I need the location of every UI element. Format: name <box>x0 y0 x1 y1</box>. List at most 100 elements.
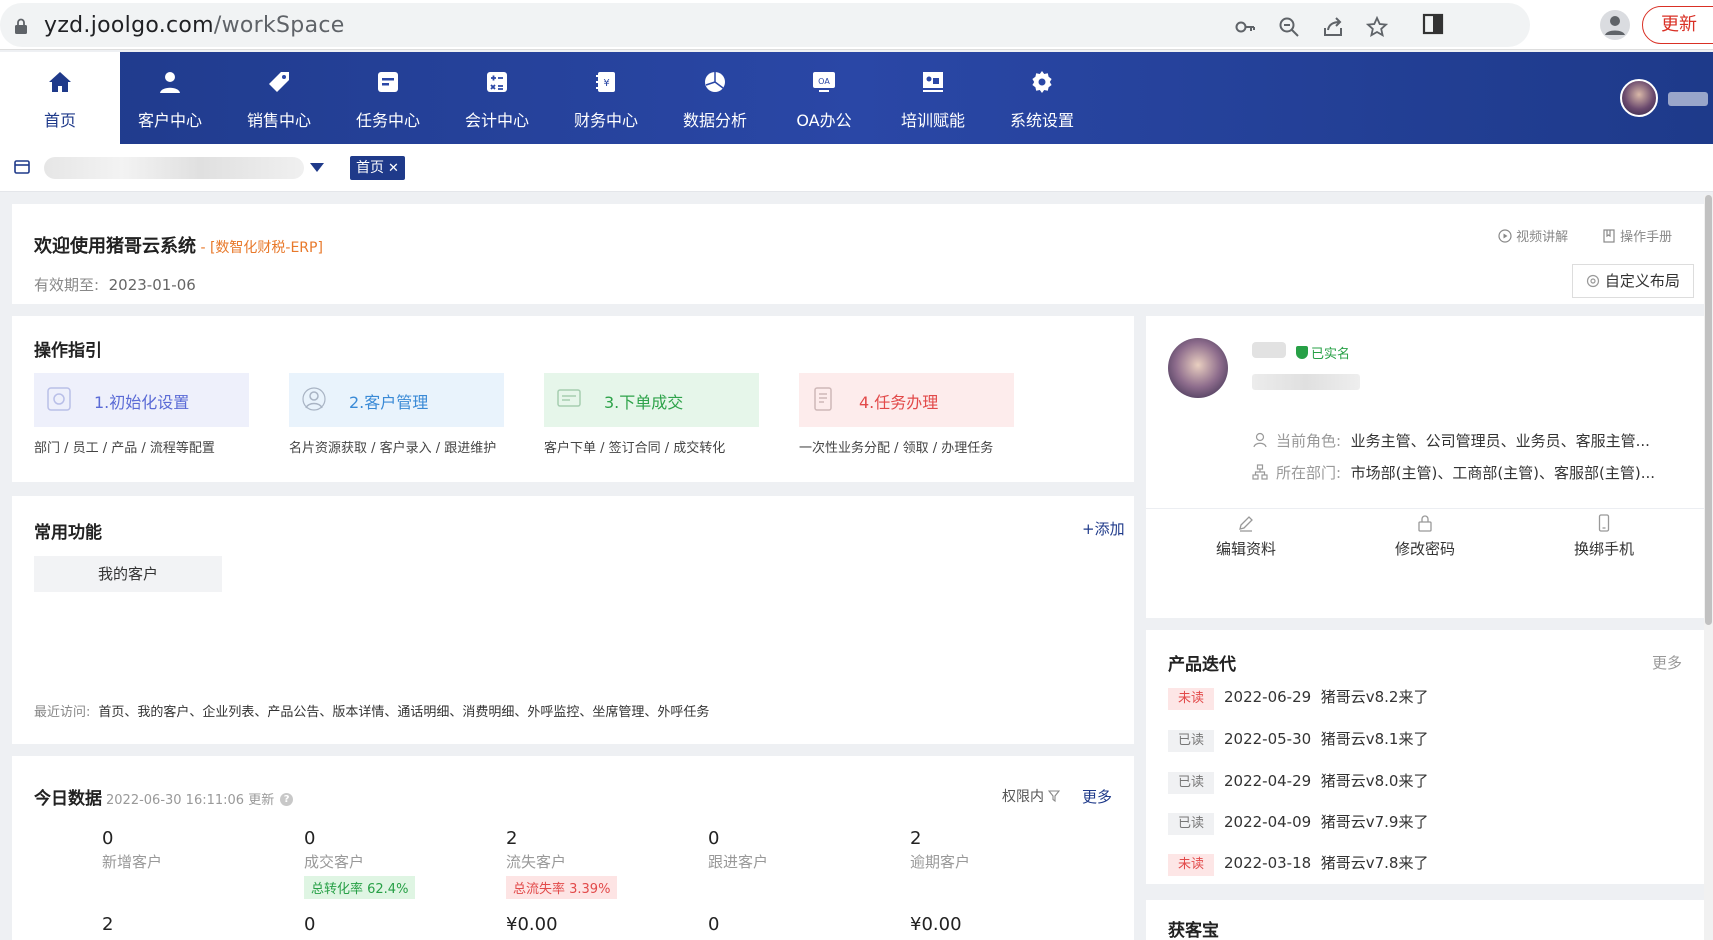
nav-item-home[interactable]: 首页 <box>0 52 120 144</box>
stat-row2-value[interactable]: 0 <box>304 914 484 935</box>
nav-label: 数据分析 <box>682 111 747 130</box>
nav-label: 客户中心 <box>137 111 202 130</box>
news-item[interactable]: 未读 2022-06-29 猪哥云v8.2来了 <box>1168 686 1428 710</box>
url-text[interactable]: yzd.joolgo.com/workSpace <box>44 13 345 38</box>
address-bar[interactable]: yzd.joolgo.com/workSpace <box>0 3 1530 47</box>
nav-item-settings[interactable]: 系统设置 <box>982 52 1102 144</box>
nav-label: 销售中心 <box>246 111 311 130</box>
sidepanel-icon[interactable] <box>1422 13 1444 35</box>
play-icon <box>1498 229 1512 243</box>
welcome-title: 欢迎使用猪哥云系统 - [数智化财税-ERP] <box>34 236 323 257</box>
stat-deal-customers[interactable]: 0 成交客户 总转化率 62.4% <box>304 828 484 899</box>
user-icon <box>160 72 180 93</box>
nav-item-training[interactable]: 培训赋能 <box>873 52 993 144</box>
stat-new-customers[interactable]: 0 新增客户 <box>102 828 282 872</box>
guide-step-init[interactable]: 1.初始化设置 <box>34 373 249 427</box>
change-password-button[interactable]: 修改密码 <box>1365 514 1485 559</box>
product-more-link[interactable]: 更多 <box>1652 652 1682 673</box>
stat-row2-value[interactable]: 0 <box>708 914 888 935</box>
tab-home[interactable]: 首页 ✕ <box>350 156 405 180</box>
company-select-blurred[interactable] <box>44 157 304 179</box>
nav-label: 财务中心 <box>573 111 638 130</box>
product-title: 产品迭代 <box>1168 655 1236 675</box>
today-more-link[interactable]: 更多 <box>1082 786 1112 807</box>
huokebao-title: 获客宝 <box>1168 921 1219 940</box>
nav-item-task[interactable]: 任务中心 <box>328 52 448 144</box>
news-item[interactable]: 未读 2022-03-18 猪哥云v7.8来了 <box>1168 852 1428 876</box>
page-scrollbar[interactable] <box>1704 195 1713 940</box>
nav-label: 任务中心 <box>355 111 420 130</box>
pie-chart-icon <box>705 72 725 92</box>
tab-bar: 首页 ✕ <box>0 144 1713 192</box>
edit-profile-button[interactable]: 编辑资料 <box>1186 514 1306 559</box>
status-badge: 未读 <box>1168 854 1214 876</box>
profile-avatar[interactable] <box>1168 338 1228 398</box>
nav-item-sales[interactable]: 销售中心 <box>219 52 339 144</box>
stat-row2-value[interactable]: ¥0.00 <box>506 914 686 935</box>
nav-item-customer[interactable]: 客户中心 <box>110 52 230 144</box>
task-doc-icon <box>814 387 832 411</box>
news-item[interactable]: 已读 2022-05-30 猪哥云v8.1来了 <box>1168 728 1428 752</box>
nav-item-oa[interactable]: OA OA办公 <box>764 52 884 144</box>
manual-link[interactable]: 操作手册 <box>1602 226 1672 245</box>
guide-step-task[interactable]: 4.任务办理 <box>799 373 1014 427</box>
help-icon[interactable]: ? <box>280 792 294 806</box>
home-icon <box>49 72 71 92</box>
scrollbar-thumb[interactable] <box>1705 195 1712 625</box>
change-phone-button[interactable]: 换绑手机 <box>1544 514 1664 559</box>
product-iteration-card: 产品迭代 更多 未读 2022-06-29 猪哥云v8.2来了 已读 2022-05… <box>1146 630 1704 884</box>
key-icon[interactable] <box>1234 16 1256 38</box>
status-badge: 未读 <box>1168 688 1214 710</box>
svg-text:OA: OA <box>818 77 830 86</box>
profile-name-blurred <box>1252 342 1286 358</box>
guide-step-label: 2.客户管理 <box>349 393 429 412</box>
browser-profile-icon[interactable] <box>1600 10 1630 40</box>
permission-filter[interactable]: 权限内 <box>1002 786 1061 806</box>
nav-item-accounting[interactable]: 会计中心 <box>437 52 557 144</box>
recent-visits-list[interactable]: 首页、我的客户、企业列表、产品公告、版本详情、通话明细、消费明细、外呼监控、坐席… <box>98 705 709 720</box>
card-icon[interactable] <box>14 160 30 174</box>
news-item[interactable]: 已读 2022-04-29 猪哥云v8.0来了 <box>1168 770 1428 794</box>
stat-follow-customers[interactable]: 0 跟进客户 <box>708 828 888 872</box>
nav-item-finance[interactable]: ¥ 财务中心 <box>546 52 666 144</box>
news-item[interactable]: 已读 2022-04-09 猪哥云v7.9来了 <box>1168 811 1428 835</box>
update-button[interactable]: 更新 <box>1642 6 1713 44</box>
stat-row2-value[interactable]: ¥0.00 <box>910 914 1090 935</box>
org-chart-icon <box>1252 464 1268 480</box>
video-link[interactable]: 视频讲解 <box>1498 226 1568 245</box>
valid-until: 有效期至: 2023-01-06 <box>34 276 196 294</box>
guide-step-order[interactable]: 3.下单成交 <box>544 373 759 427</box>
churn-rate-badge: 总流失率 3.39% <box>506 876 618 899</box>
chevron-down-icon[interactable] <box>310 163 324 172</box>
guide-step-customer[interactable]: 2.客户管理 <box>289 373 504 427</box>
update-time: 2022-06-30 16:11:06 更新 <box>106 793 275 808</box>
share-icon[interactable] <box>1322 16 1344 38</box>
status-badge: 已读 <box>1168 772 1214 794</box>
custom-layout-button[interactable]: 自定义布局 <box>1572 264 1694 298</box>
add-function-link[interactable]: +添加 <box>1082 518 1125 539</box>
nav-label: 系统设置 <box>1009 111 1074 130</box>
zoom-icon[interactable] <box>1278 16 1300 38</box>
nav-item-analysis[interactable]: 数据分析 <box>655 52 775 144</box>
edition-tag: - [数智化财税-ERP] <box>196 240 323 256</box>
nav-label: 首页 <box>43 111 76 130</box>
profile-card: 已实名 当前角色: 业务主管、公司管理员、业务员、客服主管... 所在部门: 市… <box>1146 316 1704 618</box>
calculator-icon <box>487 72 507 92</box>
guide-step-desc: 名片资源获取 / 客户录入 / 跟进维护 <box>289 441 497 456</box>
guide-step-label: 1.初始化设置 <box>94 393 190 412</box>
person-icon <box>1253 432 1267 448</box>
common-title: 常用功能 <box>34 523 102 543</box>
profile-company-blurred <box>1252 374 1360 390</box>
user-name-blurred[interactable] <box>1668 92 1708 106</box>
lock-icon <box>15 18 27 34</box>
filter-icon <box>1048 790 1061 803</box>
user-avatar[interactable] <box>1620 79 1658 117</box>
stat-overdue-customers[interactable]: 2 逾期客户 <box>910 828 1090 872</box>
close-icon[interactable]: ✕ <box>388 161 399 176</box>
divider <box>1146 508 1704 509</box>
function-chip-my-customers[interactable]: 我的客户 <box>34 556 222 592</box>
guide-step-label: 4.任务办理 <box>859 393 939 412</box>
star-icon[interactable] <box>1366 16 1388 38</box>
stat-row2-value[interactable]: 2 <box>102 914 282 935</box>
stat-lost-customers[interactable]: 2 流失客户 总流失率 3.39% <box>506 828 686 899</box>
